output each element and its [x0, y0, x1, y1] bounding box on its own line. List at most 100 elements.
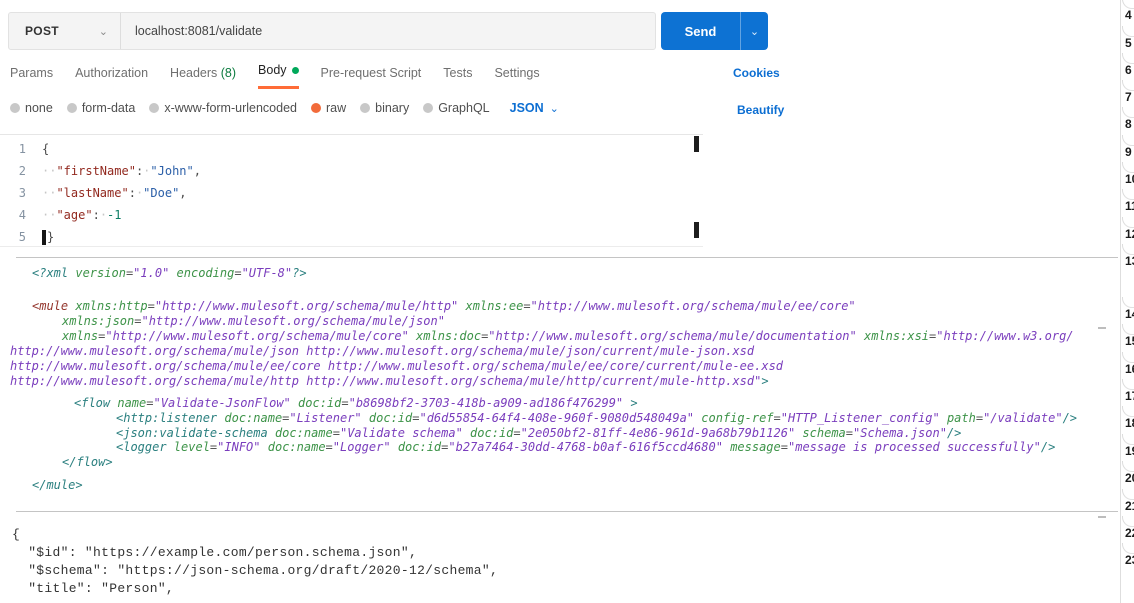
token-ws: ··: [42, 164, 56, 178]
margin-line-number: 21: [1125, 499, 1134, 513]
tab-authorization[interactable]: Authorization: [75, 66, 148, 89]
tab-tests[interactable]: Tests: [443, 66, 472, 89]
chevron-down-icon: ⌄: [550, 102, 559, 115]
send-options-button[interactable]: ⌄: [740, 12, 768, 50]
token-ws: ··: [42, 208, 56, 222]
schema-line: "$id": "https://example.com/person.schem…: [12, 544, 498, 562]
xml-token-pln: =: [333, 426, 340, 440]
body-type-form-data[interactable]: form-data: [67, 101, 136, 115]
tab-pre-request-script[interactable]: Pre-request Script: [321, 66, 422, 89]
margin-line-number: 20: [1125, 471, 1134, 485]
tab-settings[interactable]: Settings: [494, 66, 539, 89]
tab-params[interactable]: Params: [10, 66, 53, 89]
xml-token-val: "message is processed successfully": [788, 440, 1041, 454]
editor-scrollbar-thumb[interactable]: [694, 222, 699, 238]
margin-line-number: 22: [1125, 526, 1134, 540]
body-type-binary[interactable]: binary: [360, 101, 409, 115]
body-type-raw[interactable]: raw: [311, 101, 346, 115]
xml-token-tag: </flow>: [62, 455, 113, 469]
tab-label: Authorization: [75, 66, 148, 80]
tab-headers[interactable]: Headers (8): [170, 66, 236, 89]
xml-token-val: "1.0": [133, 266, 169, 280]
body-type-x-www-form-urlencoded[interactable]: x-www-form-urlencoded: [149, 101, 297, 115]
xml-token-pln: =: [134, 314, 141, 328]
xml-token-val: "HTTP_Listener_config": [781, 411, 940, 425]
xml-line: <?xml version="1.0" encoding="UTF-8"?>: [32, 266, 307, 280]
margin-line-number: 4: [1125, 8, 1132, 22]
xml-token-val: "http://www.mulesoft.org/schema/mule/ee/…: [531, 299, 856, 313]
xml-token-val: "Validate-JsonFlow": [154, 396, 291, 410]
xml-token-pln: [723, 440, 730, 454]
radio-icon: [149, 103, 159, 113]
xml-token-pln: [795, 426, 802, 440]
xml-token-pln: =: [513, 426, 520, 440]
xml-token-pln: =: [481, 329, 488, 343]
margin-line-number: 19: [1125, 444, 1134, 458]
xml-token-val: "b8698bf2-3703-418b-a909-ad186f476299": [349, 396, 624, 410]
xml-line: <flow name="Validate-JsonFlow" doc:id="b…: [74, 396, 638, 410]
token-key: "firstName": [56, 164, 135, 178]
tab-label: Settings: [494, 66, 539, 80]
section-divider: [16, 511, 1118, 512]
line-number: 1: [0, 142, 42, 156]
body-type-bar-options: none form-data x-www-form-urlencoded raw bin…: [10, 101, 490, 115]
xml-token-pln: =: [781, 440, 788, 454]
url-input[interactable]: localhost:8081/validate: [121, 24, 262, 38]
xml-token-attr: xmlns:doc: [416, 329, 481, 343]
xml-token-val: "d6d55854-64f4-408e-960f-9080d548049a": [419, 411, 694, 425]
xml-token-attr: config-ref: [701, 411, 773, 425]
xml-line: http://www.mulesoft.org/schema/mule/ee/c…: [10, 359, 783, 373]
xml-token-pln: [857, 329, 864, 343]
beautify-link[interactable]: Beautify: [737, 103, 784, 117]
xml-line: <mule xmlns:http="http://www.mulesoft.or…: [32, 299, 856, 313]
editor-line-content: ··"lastName":·"Doe",: [42, 186, 187, 200]
margin-tick: [1098, 516, 1106, 518]
body-type-none[interactable]: none: [10, 101, 53, 115]
xml-token-tag: />: [1063, 411, 1077, 425]
format-select[interactable]: JSON ⌄: [510, 101, 559, 115]
xml-line: </mule>: [32, 478, 83, 492]
radio-label: none: [25, 101, 53, 115]
radio-icon: [423, 103, 433, 113]
tab-label: Headers: [170, 66, 217, 80]
editor-line: 3··"lastName":·"Doe",: [0, 182, 703, 204]
xml-token-val: http://www.mulesoft.org/schema/mule/http…: [10, 374, 761, 388]
xml-token-pln: [362, 411, 369, 425]
xml-token-attr: doc:name: [275, 426, 333, 440]
margin-line-number: 8: [1125, 117, 1132, 131]
margin-line-number: 13: [1125, 254, 1134, 268]
headers-count-badge: (8): [217, 66, 236, 80]
editor-scrollbar-thumb[interactable]: [694, 136, 699, 152]
xml-code-block: <?xml version="1.0" encoding="UTF-8"?><m…: [0, 0, 1134, 603]
method-select[interactable]: POST ⌄: [9, 13, 121, 49]
xml-token-val: "UTF-8": [242, 266, 293, 280]
radio-label: x-www-form-urlencoded: [164, 101, 297, 115]
margin-line-number: 16: [1125, 362, 1134, 376]
token-num: -1: [107, 208, 121, 222]
radio-label: binary: [375, 101, 409, 115]
xml-line: xmlns="http://www.mulesoft.org/schema/mu…: [62, 329, 1074, 343]
xml-token-attr: schema: [802, 426, 845, 440]
xml-token-attr: xmlns: [62, 329, 98, 343]
xml-token-val: "Validate schema": [340, 426, 463, 440]
xml-token-val: "Listener": [289, 411, 361, 425]
xml-token-attr: encoding: [177, 266, 235, 280]
xml-token-attr: xmlns:ee: [466, 299, 524, 313]
cookies-link[interactable]: Cookies: [733, 66, 780, 80]
xml-token-pln: =: [126, 266, 133, 280]
radio-icon: [10, 103, 20, 113]
xml-token-attr: doc:id: [398, 440, 441, 454]
margin-line-number: 15: [1125, 334, 1134, 348]
body-editor[interactable]: 1{2··"firstName":·"John",3··"lastName":·…: [0, 134, 703, 247]
xml-token-pln: =: [976, 411, 983, 425]
radio-icon: [311, 103, 321, 113]
body-type-graphql[interactable]: GraphQL: [423, 101, 489, 115]
margin-line-number: 7: [1125, 90, 1132, 104]
send-button[interactable]: Send ⌄: [661, 12, 768, 50]
tab-body[interactable]: Body: [258, 63, 299, 89]
xml-token-tag: />: [947, 426, 961, 440]
token-pln: {: [42, 142, 49, 156]
xml-token-tag: <json:validate-schema: [116, 426, 275, 440]
body-modified-dot-icon: [292, 67, 299, 74]
xml-token-attr: path: [947, 411, 976, 425]
